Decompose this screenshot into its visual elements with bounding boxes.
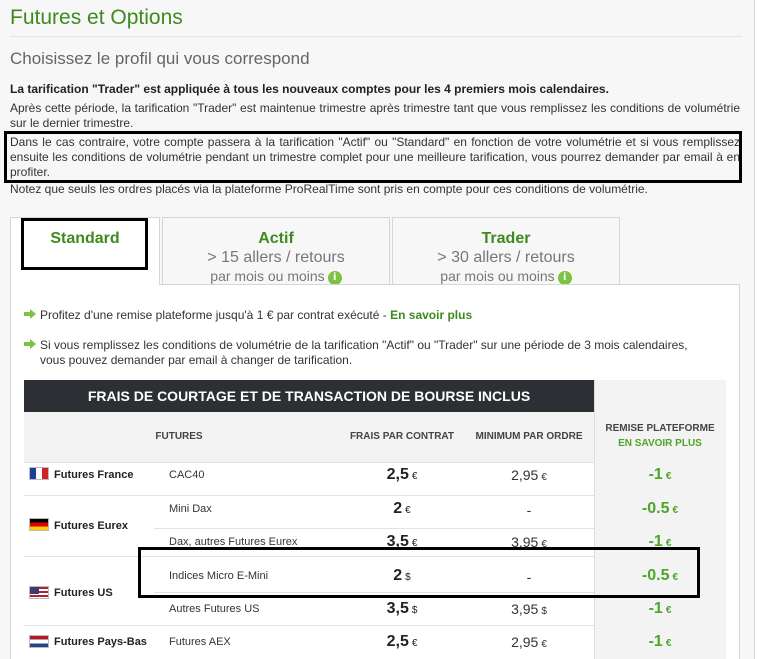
col-futures: FUTURES <box>155 431 203 442</box>
min-value: 2,95 <box>511 467 539 483</box>
tab-trader-line2: par mois ou moins <box>440 268 555 284</box>
remise-currency: € <box>672 505 679 516</box>
green-arrow-icon <box>24 339 36 349</box>
group-paysbas: Futures Pays-Bas <box>54 636 147 648</box>
contract-name: CAC40 <box>169 469 205 481</box>
tab-trader-title: Trader <box>481 230 531 247</box>
remise-value: -1 <box>648 466 663 483</box>
page: Futures et Options Choisissez le profil … <box>0 0 754 659</box>
bullet-volumetrie-line2: vous pouvez demander par email à changer… <box>40 353 353 367</box>
remise-currency: € <box>665 638 672 649</box>
en-savoir-plus-link[interactable]: En savoir plus <box>390 308 472 322</box>
page-subtitle: Choisissez le profil qui vous correspond <box>10 49 310 68</box>
fee-value: 2 <box>393 500 403 517</box>
france-flag-icon <box>29 467 49 480</box>
right-margin <box>755 0 783 659</box>
intro-p2: Après cette période, la tarification "Tr… <box>10 101 740 130</box>
fee-currency: $ <box>411 605 418 616</box>
tab-trader[interactable]: Trader > 30 allers / retours par mois ou… <box>392 217 620 287</box>
germany-flag-icon <box>29 518 49 531</box>
tab-actif-line1: > 15 allers / retours <box>207 249 345 266</box>
tab-actif[interactable]: Actif > 15 allers / retours par mois ou … <box>162 217 390 287</box>
group-france: Futures France <box>54 469 134 481</box>
table-heading: FRAIS DE COURTAGE ET DE TRANSACTION DE B… <box>24 380 594 412</box>
green-arrow-icon <box>24 309 36 319</box>
info-icon[interactable]: i <box>327 271 342 285</box>
bullet-volumetrie-line1: Si vous remplissez les conditions de vol… <box>40 338 688 352</box>
fee-value: 2,5 <box>386 466 409 483</box>
contract-name: Autres Futures US <box>169 603 260 615</box>
tab-actif-line2: par mois ou moins <box>210 268 325 284</box>
col-remise-link[interactable]: EN SAVOIR PLUS <box>594 438 726 449</box>
remise-currency: € <box>665 605 672 616</box>
bullet-remise-text: Profitez d'une remise plateforme jusqu'à… <box>40 308 391 322</box>
remise-value: -1 <box>648 633 663 650</box>
active-tab-joiner <box>11 283 159 286</box>
contract-name: Mini Dax <box>169 503 212 515</box>
netherlands-flag-icon <box>29 635 49 648</box>
col-minimum: MINIMUM PAR ORDRE <box>475 431 583 442</box>
fee-currency: € <box>405 505 411 516</box>
col-remise: REMISE PLATEFORME <box>605 423 715 434</box>
remise-currency: € <box>665 471 672 482</box>
fee-currency: € <box>411 638 418 649</box>
bullet-volumetrie: Si vous remplissez les conditions de vol… <box>24 338 688 368</box>
remise-value: -0.5 <box>641 500 670 517</box>
min-currency: $ <box>541 606 547 617</box>
min-currency: € <box>541 472 547 483</box>
group-us: Futures US <box>54 587 113 599</box>
us-flag-icon <box>29 586 49 599</box>
min-value: 2,95 <box>511 634 539 650</box>
fee-currency: € <box>411 471 418 482</box>
intro-p4: Notez que seuls les ordres placés via la… <box>10 182 648 196</box>
info-icon[interactable]: i <box>557 271 572 285</box>
highlight-box <box>21 218 148 270</box>
intro-bold: La tarification "Trader" est appliquée à… <box>10 82 609 96</box>
tab-trader-line1: > 30 allers / retours <box>437 249 575 266</box>
fee-value: 3,5 <box>386 600 409 617</box>
tab-actif-title: Actif <box>258 230 294 247</box>
highlight-box <box>4 131 742 183</box>
divider <box>10 36 742 37</box>
min-currency: € <box>541 639 547 650</box>
bullet-remise: Profitez d'une remise plateforme jusqu'à… <box>24 308 472 323</box>
min-value: 3,95 <box>511 601 539 617</box>
highlight-box <box>138 547 700 598</box>
remise-value: -1 <box>648 600 663 617</box>
min-value: - <box>526 502 532 518</box>
group-eurex: Futures Eurex <box>54 520 128 532</box>
col-frais: FRAIS PAR CONTRAT <box>349 431 455 442</box>
fee-value: 2,5 <box>386 633 409 650</box>
contract-name: Futures AEX <box>169 636 231 648</box>
page-title: Futures et Options <box>10 6 183 29</box>
